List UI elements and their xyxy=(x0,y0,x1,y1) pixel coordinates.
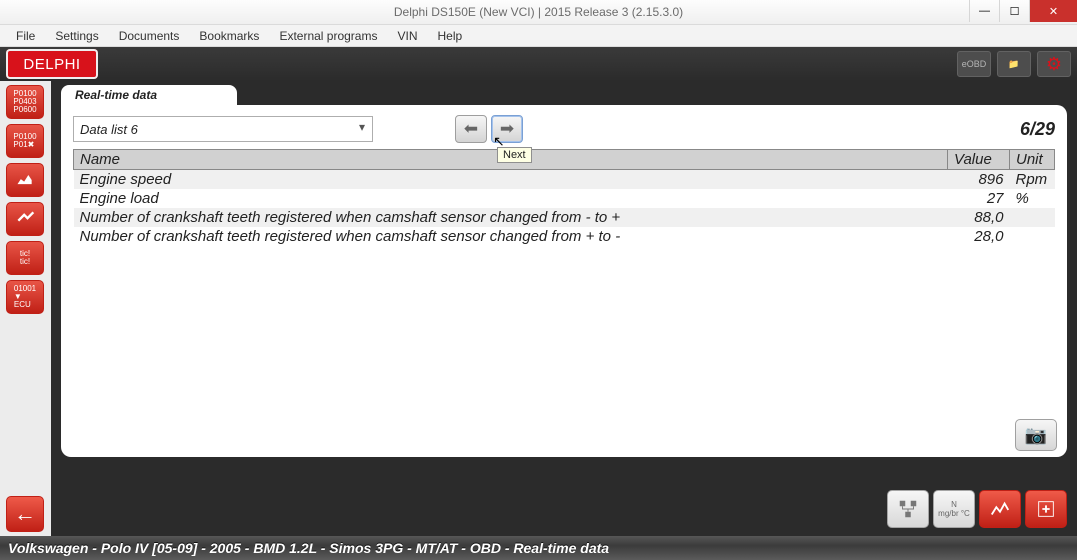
status-text: Volkswagen - Polo IV [05-09] - 2005 - BM… xyxy=(8,540,609,556)
table-row: Engine load 27 % xyxy=(74,189,1055,208)
snapshot-button[interactable]: 📷 xyxy=(1015,419,1057,451)
table-row: Number of crankshaft teeth registered wh… xyxy=(74,227,1055,246)
brand-bar: DELPHI eOBD 📁 ⚙ xyxy=(0,47,1077,81)
window-title: Delphi DS150E (New VCI) | 2015 Release 3… xyxy=(394,5,683,19)
tool-ecu[interactable]: 01001▼ECU xyxy=(6,280,44,314)
menu-documents[interactable]: Documents xyxy=(109,29,190,43)
next-list-button[interactable]: ➡ xyxy=(491,115,523,143)
menu-bar: File Settings Documents Bookmarks Extern… xyxy=(0,25,1077,47)
tool-actuators[interactable] xyxy=(6,202,44,236)
footer-units-button[interactable]: Nmg/br °C xyxy=(933,490,975,528)
table-row: Number of crankshaft teeth registered wh… xyxy=(74,208,1055,227)
next-tooltip: Next xyxy=(497,147,532,163)
menu-external-programs[interactable]: External programs xyxy=(269,29,387,43)
content-panel: Data list 6 ⬅ ➡ ↖ Next 6/29 Name Value U… xyxy=(61,105,1067,457)
settings-gear-icon[interactable]: ⚙ xyxy=(1037,51,1071,77)
back-button[interactable]: ← xyxy=(6,496,44,532)
prev-list-button[interactable]: ⬅ xyxy=(455,115,487,143)
tool-realtime-data[interactable] xyxy=(6,163,44,197)
table-row: Engine speed 896 Rpm xyxy=(74,170,1055,190)
maximize-button[interactable]: ☐ xyxy=(999,0,1029,22)
menu-vin[interactable]: VIN xyxy=(387,29,427,43)
col-unit: Unit xyxy=(1010,150,1055,170)
tool-fault-codes[interactable]: P0100P0403P0600 xyxy=(6,85,44,119)
title-bar: Delphi DS150E (New VCI) | 2015 Release 3… xyxy=(0,0,1077,25)
menu-settings[interactable]: Settings xyxy=(45,29,108,43)
datalist-select[interactable]: Data list 6 xyxy=(73,116,373,142)
main-panel: Real-time data Data list 6 ⬅ ➡ ↖ Next 6/… xyxy=(51,81,1077,536)
footer-chart-button[interactable] xyxy=(979,490,1021,528)
tool-tic[interactable]: tic!tic! xyxy=(6,241,44,275)
minimize-button[interactable]: — xyxy=(969,0,999,22)
menu-bookmarks[interactable]: Bookmarks xyxy=(189,29,269,43)
menu-help[interactable]: Help xyxy=(428,29,473,43)
tool-erase-codes[interactable]: P0100P01✖ xyxy=(6,124,44,158)
folder-icon[interactable]: 📁 xyxy=(997,51,1031,77)
tab-realtime-data[interactable]: Real-time data xyxy=(61,85,237,105)
footer-flow-button[interactable] xyxy=(887,490,929,528)
left-toolbar: P0100P0403P0600 P0100P01✖ tic!tic! 01001… xyxy=(0,81,51,536)
data-table: Name Value Unit Engine speed 896 Rpm Eng… xyxy=(73,149,1055,246)
menu-file[interactable]: File xyxy=(6,29,45,43)
eobd-button[interactable]: eOBD xyxy=(957,51,991,77)
close-button[interactable]: ✕ xyxy=(1029,0,1077,22)
footer-add-button[interactable] xyxy=(1025,490,1067,528)
status-bar: Volkswagen - Polo IV [05-09] - 2005 - BM… xyxy=(0,536,1077,560)
col-value: Value xyxy=(948,150,1010,170)
delphi-logo: DELPHI xyxy=(6,49,98,79)
page-counter: 6/29 xyxy=(1020,119,1055,140)
